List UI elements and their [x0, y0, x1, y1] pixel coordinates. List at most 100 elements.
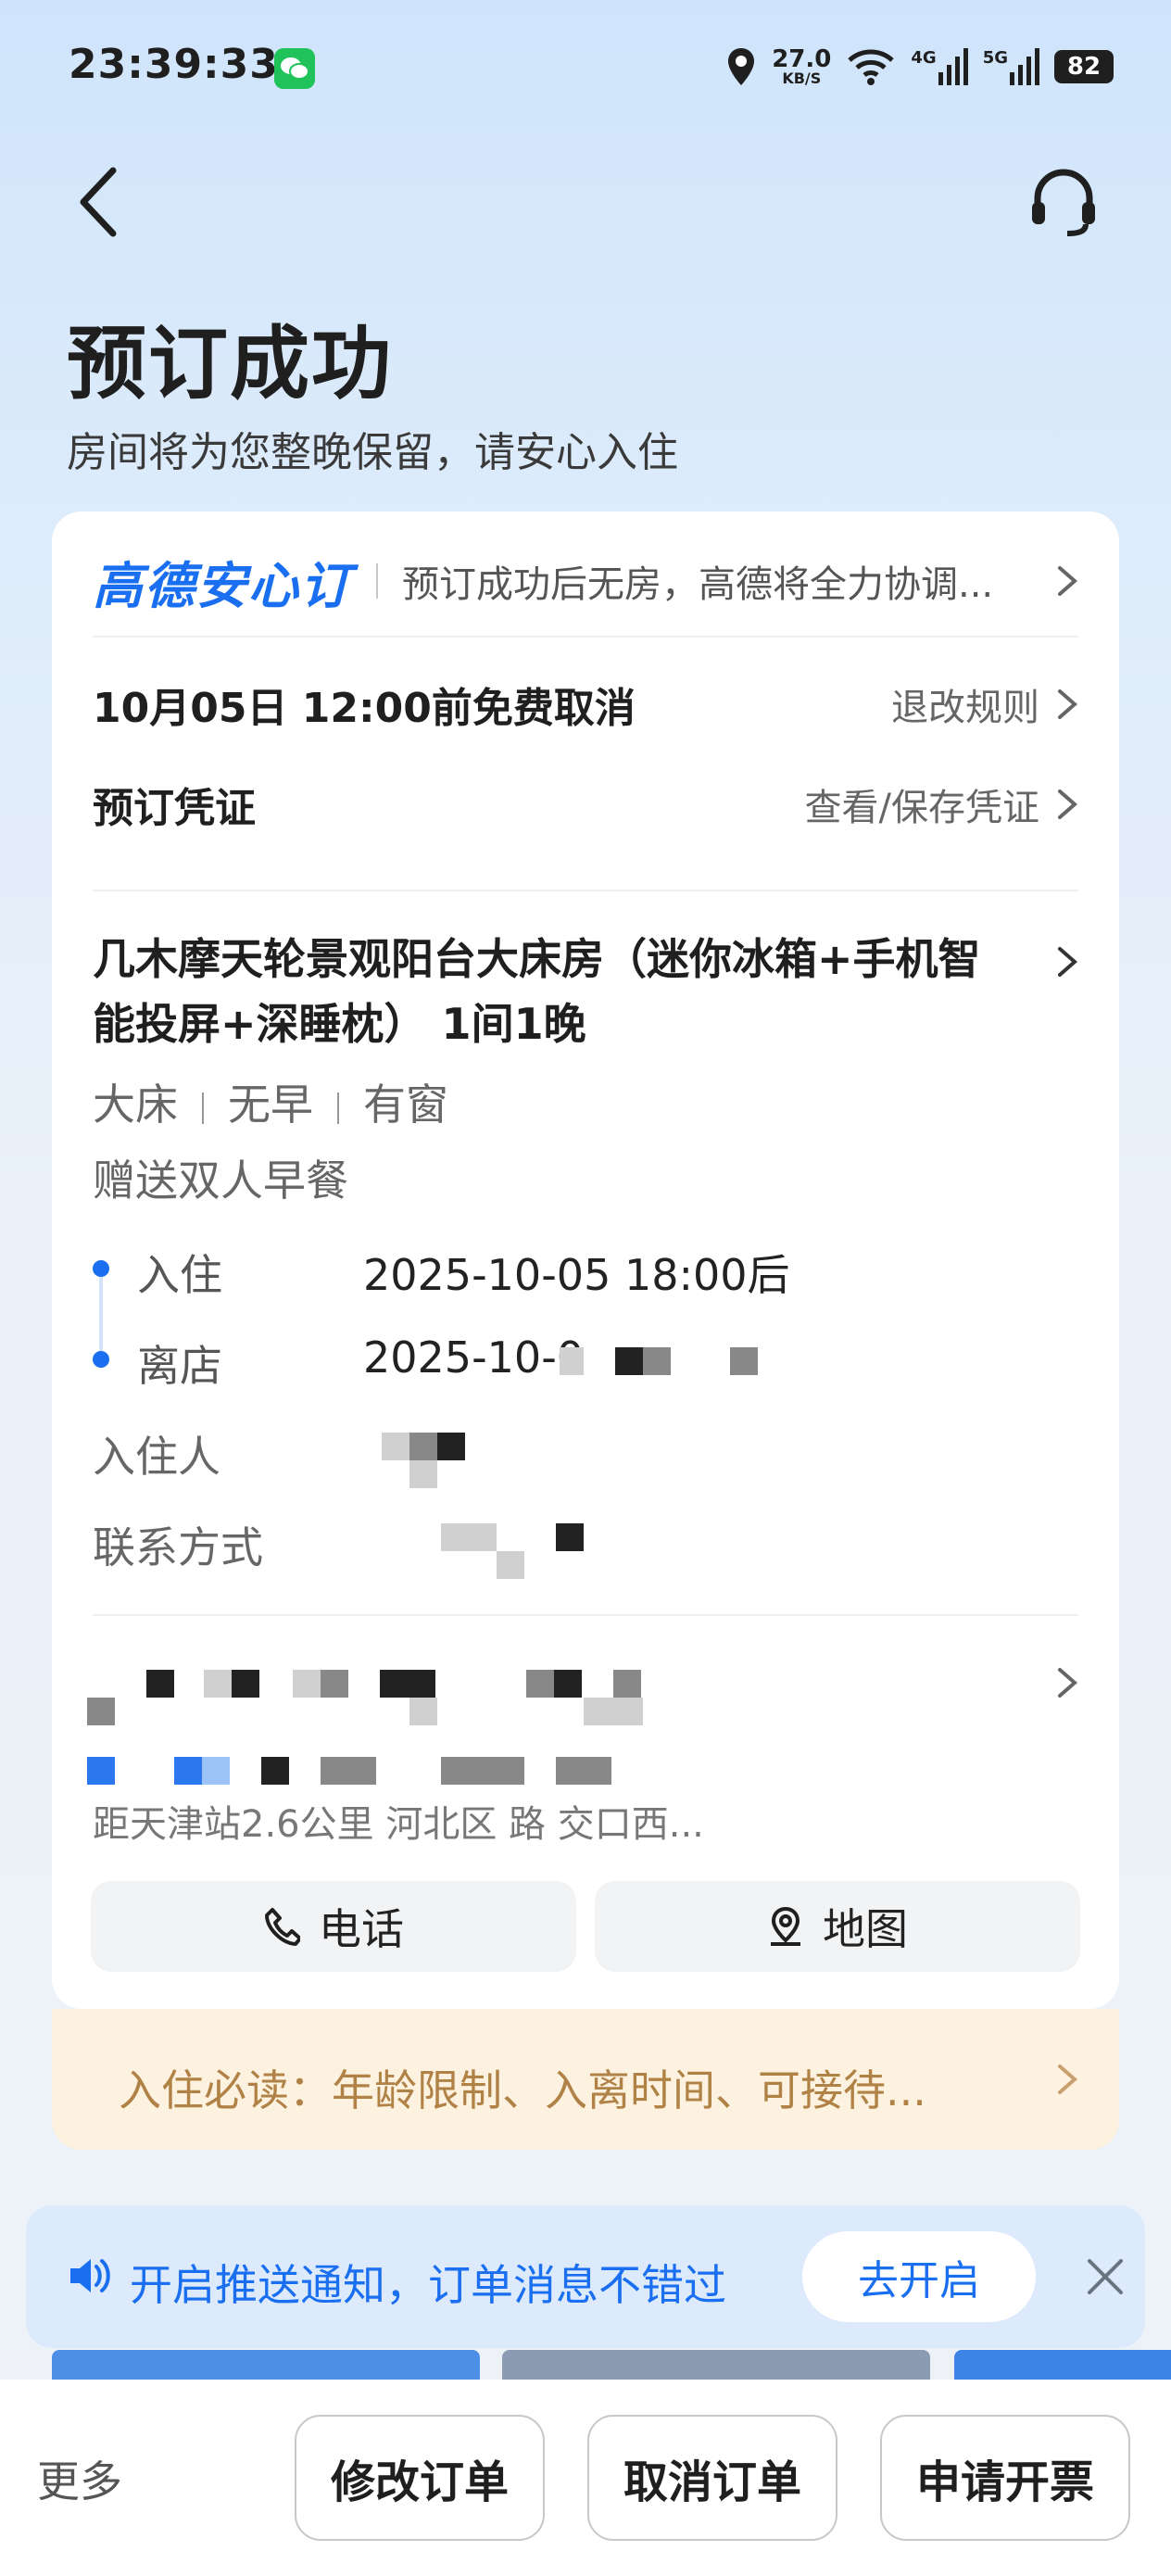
mosaic-block [146, 1670, 174, 1698]
mosaic-block [293, 1670, 321, 1698]
wechat-icon [274, 48, 315, 89]
customer-service-icon[interactable] [1028, 167, 1099, 237]
back-arrow-icon[interactable] [76, 165, 120, 239]
mosaic-block [554, 1670, 582, 1698]
speaker-icon [70, 2259, 110, 2292]
mosaic-block [174, 1757, 202, 1785]
mosaic-block [441, 1523, 469, 1551]
mosaic-block [584, 1698, 643, 1725]
location-icon [728, 48, 755, 85]
wifi-icon [848, 49, 895, 85]
mosaic-block [469, 1523, 497, 1551]
brand-logo-text: 高德安心订 [93, 556, 352, 615]
signal-5g-icon: 5G [983, 48, 1039, 85]
hotel-address: 距天津站2.6公里 河北区 路 交口西... [93, 1803, 704, 1846]
status-icons: 27.0 KB/S 4G 5G 82 [725, 43, 1114, 91]
mosaic-block [409, 1698, 437, 1725]
divider [93, 890, 1078, 891]
signal-4g-icon: 4G [911, 48, 968, 85]
chevron-right-icon [1058, 566, 1078, 596]
phone-button-label: 电话 [319, 1904, 404, 1954]
voucher-label: 预订凭证 [93, 785, 256, 832]
mosaic-block [409, 1460, 437, 1488]
mosaic-block [382, 1433, 409, 1460]
bottom-action-bar: 更多 修改订单 取消订单 申请开票 [0, 2380, 1171, 2576]
status-bar: 23:39:33 27.0 KB/S 4G 5G 82 [0, 0, 1171, 139]
recommend-strip [52, 2350, 1171, 2383]
mosaic-block [615, 1347, 643, 1375]
push-text: 开启推送通知，订单消息不错过 [130, 2260, 726, 2310]
free-cancel-label: 10月05日 12:00前免费取消 [93, 685, 636, 732]
cancel-order-button[interactable]: 取消订单 [587, 2415, 837, 2541]
chevron-right-icon[interactable] [1056, 943, 1078, 980]
checkin-notice[interactable]: 入住必读：年龄限制、入离时间、可接待... [52, 2009, 1119, 2150]
chevron-right-icon [1058, 689, 1078, 719]
close-icon[interactable] [1082, 2254, 1128, 2300]
ad-card[interactable] [954, 2350, 1171, 2383]
location-pin-icon [771, 1906, 800, 1946]
push-notification-bar: 开启推送通知，订单消息不错过 去开启 [26, 2205, 1145, 2348]
room-tag: 大床 [93, 1080, 178, 1130]
enable-push-button[interactable]: 去开启 [802, 2231, 1036, 2322]
checkin-value: 2025-10-05 18:00后 [363, 1250, 790, 1300]
cancel-policy-row[interactable]: 10月05日 12:00前免费取消 退改规则 [93, 667, 1078, 741]
mosaic-block [730, 1347, 758, 1375]
network-speed: 27.0 KB/S [772, 45, 832, 87]
phone-icon [265, 1908, 300, 1946]
mosaic-block [643, 1347, 671, 1375]
apply-invoice-button[interactable]: 申请开票 [880, 2415, 1130, 2541]
mosaic-block [497, 1551, 524, 1579]
notice-text: 入住必读：年龄限制、入离时间、可接待... [119, 2065, 926, 2115]
room-tags: 大床 无早 有窗 [93, 1071, 448, 1132]
mosaic-block [321, 1757, 376, 1785]
room-tag: 无早 [228, 1080, 313, 1130]
divider [376, 563, 378, 599]
status-time: 23:39:33 [69, 41, 279, 88]
chevron-right-icon [1058, 1668, 1078, 1698]
mosaic-block [204, 1670, 232, 1698]
room-tag: 有窗 [363, 1080, 448, 1130]
mosaic-block [261, 1757, 289, 1785]
mosaic-block [556, 1757, 611, 1785]
chevron-right-icon [1058, 2065, 1078, 2094]
mosaic-block [87, 1757, 115, 1785]
guest-label: 入住人 [93, 1432, 220, 1482]
map-button-label: 地图 [823, 1904, 908, 1954]
order-card: 高德安心订 预订成功后无房，高德将全力协调... 10月05日 12:00前免费… [52, 511, 1119, 2009]
mosaic-block [613, 1670, 641, 1698]
refund-rules-link[interactable]: 退改规则 [891, 677, 1039, 731]
mosaic-block [409, 1433, 437, 1460]
page-subtitle: 房间将为您整晚保留，请安心入住 [67, 429, 678, 476]
mosaic-block [321, 1670, 348, 1698]
mosaic-block [526, 1670, 554, 1698]
mosaic-block [87, 1698, 115, 1725]
voucher-row[interactable]: 预订凭证 查看/保存凭证 [93, 767, 1078, 841]
ad-card[interactable] [52, 2350, 480, 2383]
modify-order-button[interactable]: 修改订单 [295, 2415, 545, 2541]
timeline-line [99, 1277, 103, 1360]
mosaic-block [437, 1433, 465, 1460]
divider [93, 1614, 1078, 1616]
chevron-right-icon [1058, 789, 1078, 819]
room-name[interactable]: 几木摩天轮景观阳台大床房（迷你冰箱+手机智能投屏+深睡枕） 1间1晚 [93, 927, 1019, 1056]
view-voucher-link[interactable]: 查看/保存凭证 [805, 777, 1039, 831]
contact-label: 联系方式 [93, 1522, 263, 1572]
mosaic-block [232, 1670, 259, 1698]
gift-text: 赠送双人早餐 [93, 1155, 348, 1206]
ad-card[interactable] [502, 2350, 930, 2383]
battery-icon: 82 [1054, 50, 1114, 83]
checkin-label: 入住 [137, 1250, 222, 1300]
more-button[interactable]: 更多 [37, 2448, 122, 2509]
map-button[interactable]: 地图 [595, 1881, 1080, 1972]
page-title: 预订成功 [67, 318, 393, 410]
mosaic-block [441, 1757, 524, 1785]
mosaic-block [202, 1757, 230, 1785]
mosaic-block [556, 1523, 584, 1551]
mosaic-block [380, 1670, 435, 1698]
guarantee-row[interactable]: 高德安心订 预订成功后无房，高德将全力协调... [93, 539, 1078, 623]
guarantee-desc: 预订成功后无房，高德将全力协调... [402, 563, 994, 606]
checkout-value: 2025-10-0 [363, 1332, 585, 1383]
checkin-dot [93, 1260, 109, 1277]
checkout-dot [93, 1351, 109, 1368]
phone-button[interactable]: 电话 [91, 1881, 576, 1972]
